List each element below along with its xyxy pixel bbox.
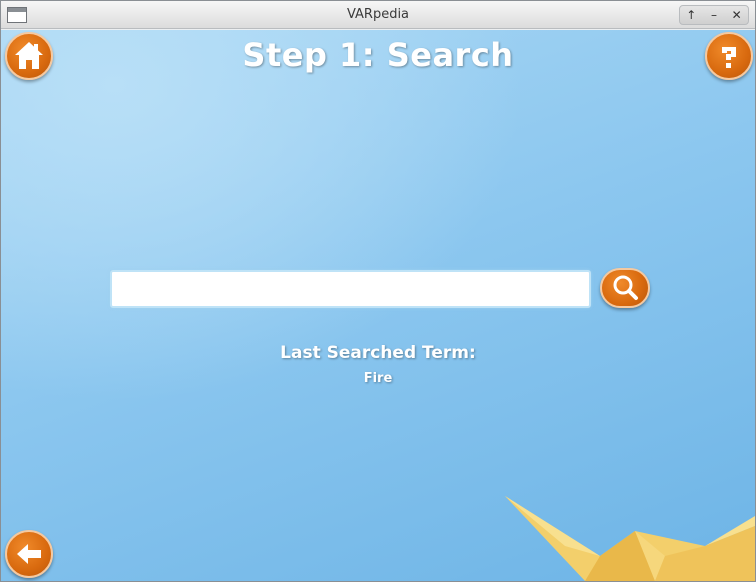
back-button[interactable] [5, 530, 53, 578]
title-bar[interactable]: VARpedia ↑ – ✕ [1, 1, 755, 29]
minimize-button[interactable]: – [704, 6, 724, 24]
window-title: VARpedia [346, 7, 410, 22]
arrow-left-icon [17, 544, 41, 564]
maximize-button[interactable]: ↑ [681, 6, 701, 24]
last-searched-value: Fire [363, 371, 393, 386]
paper-boat-image [505, 496, 755, 581]
last-searched-label: Last Searched Term: [280, 343, 476, 363]
search-button[interactable] [600, 268, 650, 308]
page-title: Step 1: Search [242, 36, 514, 74]
close-button[interactable]: ✕ [727, 6, 747, 24]
app-window: VARpedia ↑ – ✕ Step 1: Search Last Searc… [0, 0, 756, 582]
search-icon [613, 275, 638, 300]
main-content: Step 1: Search Last Searched Term: Fire [1, 30, 755, 581]
question-icon [722, 47, 736, 68]
window-controls: ↑ – ✕ [679, 5, 749, 25]
search-input[interactable] [110, 270, 591, 308]
help-button[interactable] [705, 32, 753, 80]
